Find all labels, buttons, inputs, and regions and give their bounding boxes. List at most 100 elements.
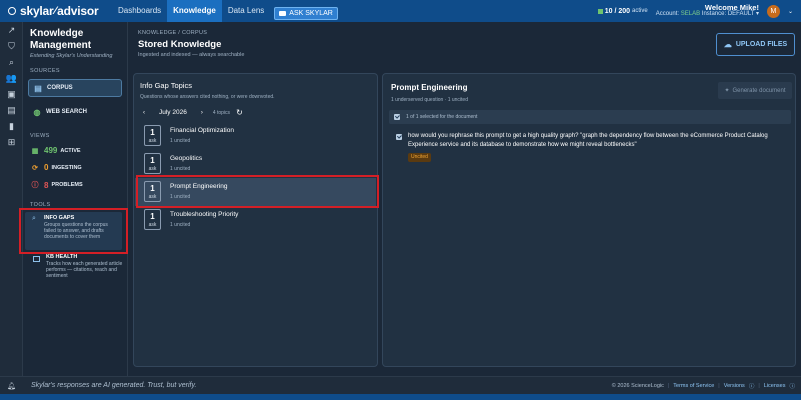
topic-status: 1 uncited	[170, 138, 191, 144]
ask-skylar-label: ASK SKYLAR	[289, 9, 333, 17]
check-circle-icon: ▦	[31, 147, 39, 155]
topic-detail-card: Prompt Engineering 1 underserved questio…	[382, 73, 796, 367]
versions-link[interactable]: Versions	[724, 383, 745, 389]
nav-knowledge[interactable]: Knowledge	[167, 0, 222, 22]
page-subtitle: Ingested and indexed — always searchable	[138, 52, 245, 58]
knowledge-sidebar: Knowledge Management Extending Skylar's …	[23, 22, 128, 376]
licenses-link[interactable]: Licenses	[764, 383, 786, 389]
terms-link[interactable]: Terms of Service	[673, 383, 714, 389]
database-icon: ▤	[34, 83, 42, 93]
sidebar-item-corpus[interactable]: ▤ CORPUS	[28, 79, 122, 97]
globe-icon: ◍	[33, 107, 41, 117]
problems-label: PROBLEMS	[51, 182, 83, 188]
next-month-chevron-icon[interactable]: ›	[201, 110, 203, 116]
sidebar-subtitle: Extending Skylar's Understanding	[30, 53, 113, 59]
nav-data-lens[interactable]: Data Lens	[222, 0, 270, 22]
ask-count-badge: 1 ask	[144, 125, 161, 146]
topic-row[interactable]: 1 ask Financial Optimization 1 uncited	[135, 122, 376, 150]
chat-bubbles-icon[interactable]: ▣	[0, 86, 23, 102]
instance-caret-icon[interactable]: ▾	[756, 11, 759, 17]
topic-name: Troubleshooting Priority	[170, 211, 239, 218]
tool-kb-health[interactable]: KB HEALTH Tracks how each generated arti…	[27, 254, 124, 280]
topic-status: 1 uncited	[170, 222, 191, 228]
generate-document-button[interactable]: ✦ Generate document	[718, 82, 792, 99]
breadcrumb: KNOWLEDGE / CORPUS	[138, 30, 208, 36]
bell-icon[interactable]: 🔔︎	[0, 382, 23, 390]
selection-text: 1 of 1 selected for the document	[406, 114, 478, 120]
topic-name: Geopolitics	[170, 155, 203, 162]
usage-indicator: 10 / 200 active	[597, 8, 648, 15]
upload-files-button[interactable]: ☁ UPLOAD FILES	[716, 33, 795, 56]
alert-circle-icon: ⓘ	[31, 182, 39, 189]
ask-unit: ask	[148, 166, 157, 172]
welcome-text: Welcome Mike!	[704, 3, 759, 12]
topic-row[interactable]: 1 ask Troubleshooting Priority 1 uncited	[135, 206, 376, 234]
sidebar-item-web-search[interactable]: ◍ WEB SEARCH	[28, 103, 122, 121]
ask-count: 1	[150, 128, 155, 137]
view-ingesting[interactable]: ⟳ 0 INGESTING	[31, 163, 82, 172]
month-label: July 2026	[159, 109, 187, 116]
sparkle-icon: ✦	[724, 88, 730, 94]
generate-label: Generate document	[732, 87, 786, 94]
usage-bar-icon	[597, 8, 603, 14]
book-icon[interactable]: ▮	[0, 118, 23, 134]
question-checkbox[interactable]	[396, 134, 402, 140]
instance-value[interactable]: DEFAULT	[728, 11, 754, 17]
add-box-icon[interactable]: ⊞	[0, 134, 23, 150]
user-menu-chevron-icon[interactable]: ⌄	[788, 8, 793, 15]
web-search-label: WEB SEARCH	[46, 109, 88, 115]
app-logo[interactable]: skylar ⁄ advisor	[0, 4, 112, 18]
main-nav: Dashboards Knowledge Data Lens	[112, 0, 270, 22]
document-icon[interactable]: ▤	[0, 102, 23, 118]
usage-label: active	[632, 8, 648, 14]
instance-label: Instance:	[701, 11, 727, 17]
page-title: Stored Knowledge	[138, 39, 222, 50]
highlight-box-prompt-engineering	[136, 175, 379, 208]
question-text: how would you rephrase this prompt to ge…	[408, 133, 768, 148]
ask-count: 1	[150, 212, 155, 221]
ask-count: 1	[150, 156, 155, 165]
account-info: Welcome Mike! Account: SELAB Instance: D…	[656, 4, 759, 18]
kb-health-desc: Tracks how each generated article perfor…	[46, 261, 123, 280]
highlight-box-info-gaps	[19, 208, 128, 254]
topic-status: 1 uncited	[170, 166, 191, 172]
info-icon[interactable]: ⓘ	[749, 382, 755, 390]
view-problems[interactable]: ⓘ 8 PROBLEMS	[31, 180, 83, 190]
select-all-checkbox[interactable]	[394, 114, 400, 120]
logo-text: skylar	[20, 4, 54, 18]
nav-dashboards[interactable]: Dashboards	[112, 0, 167, 22]
shield-icon[interactable]: ⛉	[0, 38, 23, 54]
corpus-label: CORPUS	[47, 85, 73, 91]
chart-icon	[33, 256, 40, 262]
detail-title: Prompt Engineering	[391, 83, 468, 92]
prev-month-chevron-icon[interactable]: ‹	[143, 110, 145, 116]
chat-icon	[279, 10, 287, 16]
avatar[interactable]: M	[766, 4, 780, 18]
ask-unit: ask	[148, 222, 157, 228]
refresh-icon[interactable]: ↻	[236, 108, 243, 117]
ask-count-badge: 1 ask	[144, 209, 161, 230]
logo-slash-icon: ⁄	[54, 5, 57, 17]
footer: 🔔︎ Skylar's responses are AI generated. …	[0, 376, 801, 394]
view-active[interactable]: ▦ 499 ACTIVE	[31, 146, 81, 155]
info-icon[interactable]: ⓘ	[789, 382, 795, 390]
detail-subtitle: 1 underserved question · 1 uncited	[391, 97, 468, 103]
account-value[interactable]: SELAB	[681, 11, 700, 17]
trend-icon[interactable]: ↗	[0, 22, 23, 38]
ask-count-badge: 1 ask	[144, 153, 161, 174]
account-label: Account:	[655, 11, 680, 17]
upload-label: UPLOAD FILES	[735, 41, 788, 48]
copyright: © 2026 ScienceLogic	[611, 383, 664, 389]
topics-card-title: Info Gap Topics	[140, 81, 192, 90]
divider: |	[758, 383, 760, 389]
magnifier-icon[interactable]: ⌕	[0, 54, 23, 70]
topic-row[interactable]: 1 ask Geopolitics 1 uncited	[135, 150, 376, 178]
divider: |	[718, 383, 720, 389]
users-icon[interactable]: 👥	[0, 70, 23, 86]
ingesting-label: INGESTING	[51, 164, 82, 171]
ask-skylar-button[interactable]: ASK SKYLAR	[274, 6, 338, 20]
topics-card-subtitle: Questions whose answers cited nothing, o…	[140, 94, 275, 100]
bottom-strip	[0, 394, 801, 400]
month-navigator: ‹ July 2026 › 4 topics ↻	[143, 108, 243, 117]
header-right: 10 / 200 active Welcome Mike! Account: S…	[597, 0, 793, 22]
